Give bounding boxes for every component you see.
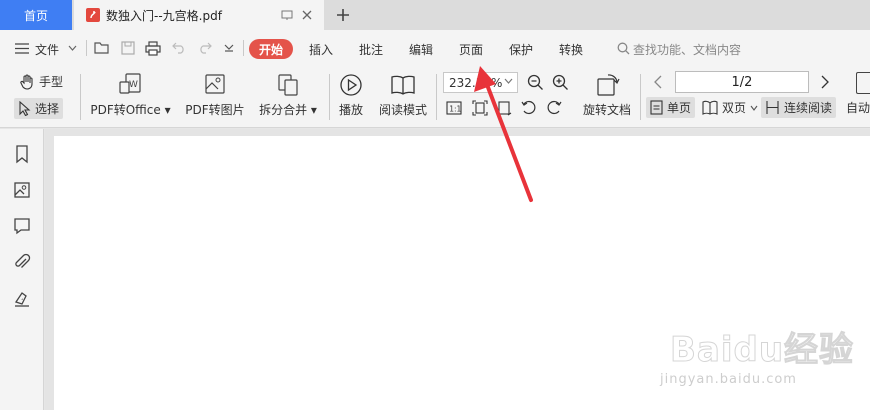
signature-icon[interactable] — [12, 288, 32, 308]
tab-home[interactable]: 首页 — [0, 0, 72, 30]
rotate-document-button[interactable]: 旋转文档 — [580, 73, 634, 118]
tab-document-title: 数独入门--九宫格.pdf — [106, 8, 222, 23]
rotate-right-icon[interactable] — [546, 100, 562, 115]
auto-scroll-button[interactable]: 自动 — [846, 99, 870, 116]
read-mode-label: 阅读模式 — [378, 103, 427, 117]
zoom-select[interactable]: 232.34% — [443, 72, 518, 93]
menu-insert[interactable]: 插入 — [309, 41, 333, 58]
split-merge-icon — [278, 74, 298, 96]
double-page-icon — [702, 100, 718, 115]
play-button[interactable]: 播放 — [335, 73, 367, 118]
left-sidebar — [0, 129, 44, 410]
tab-home-label: 首页 — [23, 8, 48, 23]
open-folder-icon[interactable] — [94, 41, 110, 55]
auto-scroll-label: 自动 — [846, 101, 870, 115]
bookmark-icon[interactable] — [12, 144, 32, 164]
continuous-read-button[interactable]: 连续阅读 — [761, 97, 837, 118]
split-merge-button[interactable]: 拆分合并 ▾ — [256, 73, 320, 118]
rotate-document-icon — [597, 74, 620, 96]
single-page-button[interactable]: 单页 — [646, 97, 696, 118]
pdf-to-office-label: PDF转Office ▾ — [90, 103, 171, 117]
split-merge-text: 拆分合并 — [259, 103, 308, 117]
thumbnail-icon[interactable] — [12, 180, 32, 200]
close-tab-icon[interactable] — [300, 8, 314, 22]
zoom-value: 232.34% — [449, 75, 503, 90]
read-mode-button[interactable]: 阅读模式 — [376, 73, 430, 118]
hand-tool-button[interactable]: 手型 — [20, 73, 63, 90]
open-book-icon — [391, 75, 415, 95]
double-page-label: 双页 — [722, 101, 747, 115]
split-merge-label: 拆分合并 ▾ — [259, 103, 317, 117]
menu-bar: 文件 插入 批注 编辑 页面 保护 转换 查找功能、文档内容 — [0, 30, 870, 66]
pdf-to-image-button[interactable]: PDF转图片 — [180, 73, 250, 118]
print-icon[interactable] — [145, 41, 161, 56]
double-page-button[interactable]: 双页 — [702, 99, 758, 116]
page-number-value: 1/2 — [731, 74, 753, 90]
svg-text:1:1: 1:1 — [449, 105, 461, 114]
watermark-main: Baidu经验 — [669, 330, 855, 371]
menu-convert[interactable]: 转换 — [559, 41, 583, 58]
more-chevron-icon[interactable] — [224, 44, 234, 52]
next-page-icon[interactable] — [820, 75, 830, 89]
single-page-label: 单页 — [667, 101, 692, 115]
attachment-icon[interactable] — [12, 252, 32, 272]
file-menu[interactable]: 文件 — [35, 41, 59, 58]
play-icon — [340, 74, 362, 96]
svg-text:W: W — [129, 80, 138, 90]
cursor-arrow-icon — [19, 101, 31, 116]
plus-icon — [337, 9, 349, 21]
window-pin-icon[interactable] — [280, 8, 294, 22]
chevron-down-icon — [504, 78, 513, 84]
play-label: 播放 — [338, 103, 363, 117]
hamburger-icon[interactable] — [15, 43, 29, 54]
tab-document[interactable]: 数独入门--九宫格.pdf — [74, 0, 324, 30]
comment-icon[interactable] — [12, 216, 32, 236]
pdf-to-office-icon: W — [118, 73, 141, 94]
chevron-down-icon — [750, 105, 758, 111]
hand-icon — [20, 73, 33, 90]
new-tab-button[interactable] — [330, 0, 356, 30]
pdf-icon — [86, 8, 100, 22]
continuous-read-icon — [766, 101, 779, 114]
menu-protect[interactable]: 保护 — [509, 41, 533, 58]
watermark-sub: jingyan.baidu.com — [660, 372, 797, 387]
menu-edit[interactable]: 编辑 — [409, 41, 433, 58]
actual-size-icon[interactable]: 1:1 — [446, 101, 462, 115]
chevron-down-icon[interactable] — [68, 45, 77, 51]
baidu-watermark: Baidu经验 jingyan.baidu.com — [660, 318, 860, 398]
hand-tool-label: 手型 — [39, 75, 64, 89]
undo-icon[interactable] — [172, 42, 186, 54]
partial-icon[interactable] — [856, 72, 870, 94]
pdf-to-office-text: PDF转Office — [90, 103, 161, 117]
search-icon — [617, 42, 630, 55]
rotate-left-icon[interactable] — [521, 100, 537, 115]
fit-page-icon[interactable] — [472, 100, 488, 116]
save-icon[interactable] — [121, 41, 135, 55]
pdf-to-image-label: PDF转图片 — [185, 103, 245, 117]
menu-start[interactable]: 开始 — [249, 39, 293, 59]
previous-page-icon[interactable] — [653, 75, 663, 89]
menu-page[interactable]: 页面 — [459, 41, 483, 58]
select-tool-button[interactable]: 选择 — [14, 98, 64, 119]
page-number-input[interactable]: 1/2 — [675, 71, 809, 93]
pdf-to-office-button[interactable]: W PDF转Office ▾ — [88, 73, 173, 118]
continuous-read-label: 连续阅读 — [784, 101, 833, 115]
zoom-in-icon[interactable] — [552, 74, 569, 91]
select-tool-label: 选择 — [35, 102, 60, 116]
fit-width-icon[interactable] — [496, 100, 512, 116]
pdf-to-image-icon — [205, 74, 225, 94]
search-input[interactable]: 查找功能、文档内容 — [633, 41, 741, 58]
single-page-icon — [650, 100, 663, 115]
rotate-document-label: 旋转文档 — [582, 103, 631, 117]
menu-comment[interactable]: 批注 — [359, 41, 383, 58]
zoom-out-icon[interactable] — [527, 74, 544, 91]
redo-icon[interactable] — [198, 42, 212, 54]
